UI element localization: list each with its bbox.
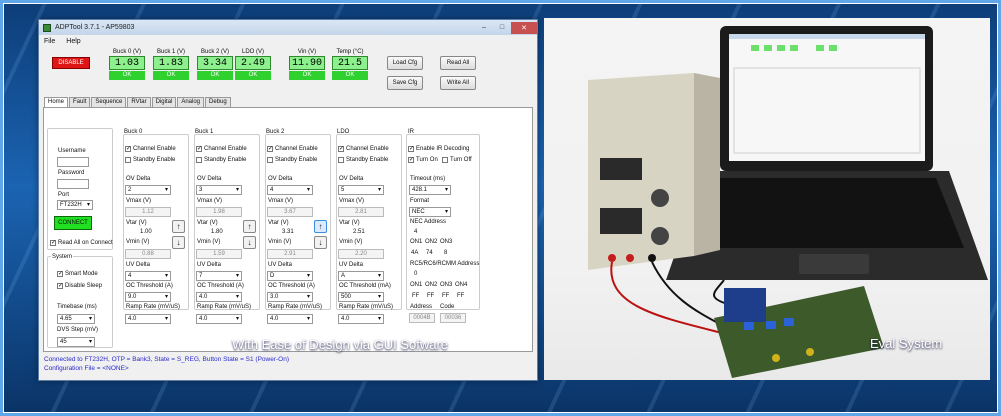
image-frame: [0, 0, 1001, 416]
